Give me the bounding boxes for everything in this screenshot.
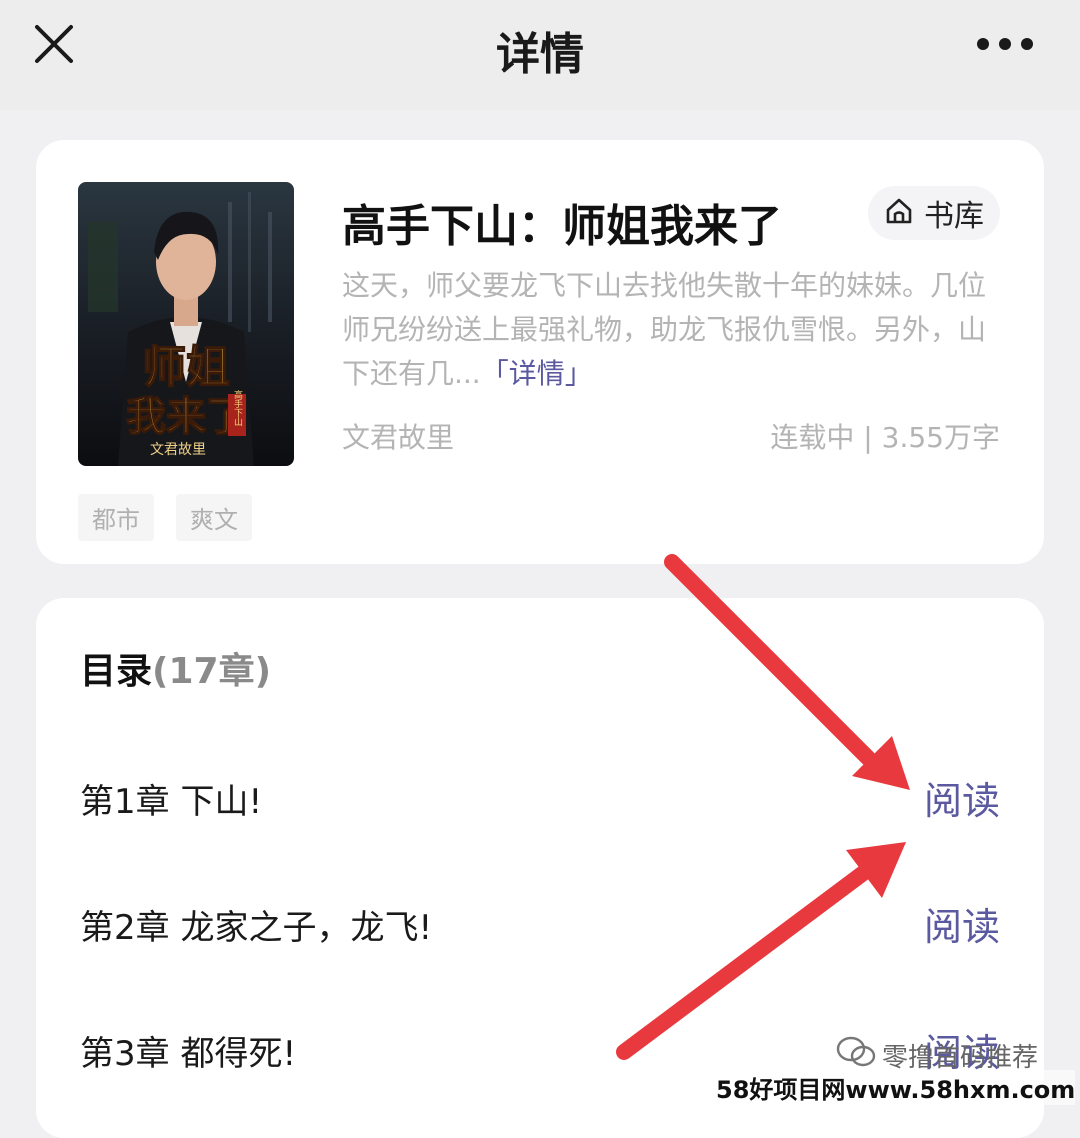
chapter-title: 第3章 都得死! xyxy=(80,1034,297,1074)
chapter-row[interactable]: 第2章 龙家之子，龙飞! 阅读 xyxy=(80,892,1000,952)
toc-heading: 目录(17章) xyxy=(80,642,271,694)
cover-title-line1: 师姐 xyxy=(142,342,230,393)
library-label: 书库 xyxy=(924,199,984,234)
book-description: 这天，师父要龙飞下山去找他失散十年的妹妹。几位师兄纷纷送上最强礼物，助龙飞报仇雪… xyxy=(342,264,1006,396)
book-info-card: 师姐 我来了 高手下山 文君故里 高手下山：师姐我来了 书库 这天，师父要龙飞下… xyxy=(36,140,1044,564)
site-watermark: 58好项目网www.58hxm.com xyxy=(716,1070,1076,1105)
chapter-title: 第2章 龙家之子，龙飞! xyxy=(80,908,433,948)
navbar: 详情 xyxy=(0,0,1080,110)
home-icon xyxy=(884,196,914,230)
page-title: 详情 xyxy=(496,29,584,80)
read-button[interactable]: 阅读 xyxy=(924,770,1000,825)
book-author[interactable]: 文君故里 xyxy=(342,416,454,456)
book-cover-image[interactable]: 师姐 我来了 高手下山 文君故里 xyxy=(78,182,294,466)
chapter-title: 第1章 下山! xyxy=(80,782,263,822)
more-dots-icon[interactable] xyxy=(976,36,1034,50)
tag-list: 都市 爽文 xyxy=(78,494,252,541)
book-status: 连载中 | 3.55万字 xyxy=(770,421,1000,454)
tag-item[interactable]: 都市 xyxy=(78,494,154,541)
cover-author: 文君故里 xyxy=(150,442,206,458)
toc-chapter-count: (17章) xyxy=(152,651,272,692)
book-title: 高手下山：师姐我来了 xyxy=(342,201,782,252)
description-more-link[interactable]: 「详情」 xyxy=(481,357,593,390)
wechat-watermark-text: 零撸首码推荐 xyxy=(882,1043,1039,1073)
toc-title: 目录 xyxy=(80,651,153,692)
library-button[interactable]: 书库 xyxy=(868,186,1000,240)
tag-item[interactable]: 爽文 xyxy=(176,494,252,541)
description-text: 这天，师父要龙飞下山去找他失散十年的妹妹。几位师兄纷纷送上最强礼物，助龙飞报仇雪… xyxy=(342,269,987,390)
chapter-row[interactable]: 第1章 下山! 阅读 xyxy=(80,766,1000,826)
cover-subtitle: 高手下山 xyxy=(232,389,243,426)
read-button[interactable]: 阅读 xyxy=(924,896,1000,951)
